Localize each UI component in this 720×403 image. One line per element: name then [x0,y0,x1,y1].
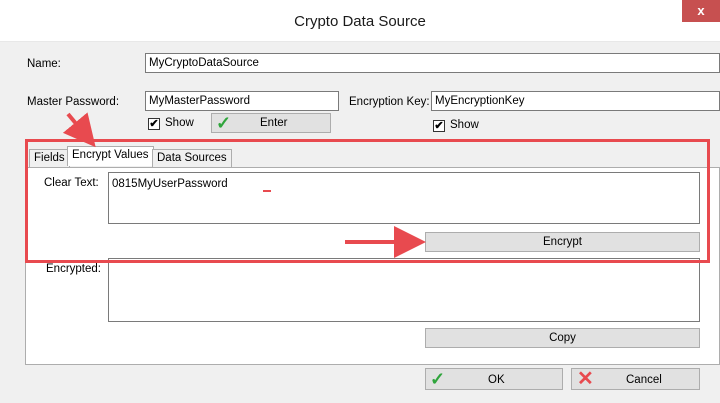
encryption-key-input[interactable]: MyEncryptionKey [431,91,720,111]
encryption-key-show-checkbox[interactable]: ✔ [433,120,445,132]
checkmark-icon: ✓ [216,113,232,133]
master-password-input[interactable]: MyMasterPassword [145,91,339,111]
ok-button[interactable]: ✓ OK [425,368,563,390]
copy-button[interactable]: Copy [425,328,700,348]
cancel-button[interactable]: ✕ Cancel [571,368,700,390]
name-input[interactable]: MyCryptoDataSource [145,53,720,73]
check-icon: ✔ [434,120,444,132]
checkmark-icon: ✓ [430,369,446,389]
cancel-button-label: Cancel [626,374,662,386]
encryption-key-label: Encryption Key: [349,96,430,108]
window-title: Crypto Data Source [294,13,426,30]
encryption-key-show-label: Show [450,119,479,131]
check-icon: ✔ [149,118,159,130]
close-button[interactable]: x [682,0,720,22]
master-password-show-label: Show [165,117,194,129]
master-password-label: Master Password: [27,96,120,108]
name-label: Name: [27,58,61,70]
encrypted-output[interactable] [108,258,700,322]
enter-button[interactable]: ✓ Enter [211,113,331,133]
ok-button-label: OK [488,374,505,386]
encrypted-label: Encrypted: [46,263,101,275]
highlight-box [25,139,710,263]
master-password-show-checkbox[interactable]: ✔ [148,118,160,130]
enter-button-label: Enter [260,117,288,129]
cancel-x-icon: ✕ [577,368,594,390]
